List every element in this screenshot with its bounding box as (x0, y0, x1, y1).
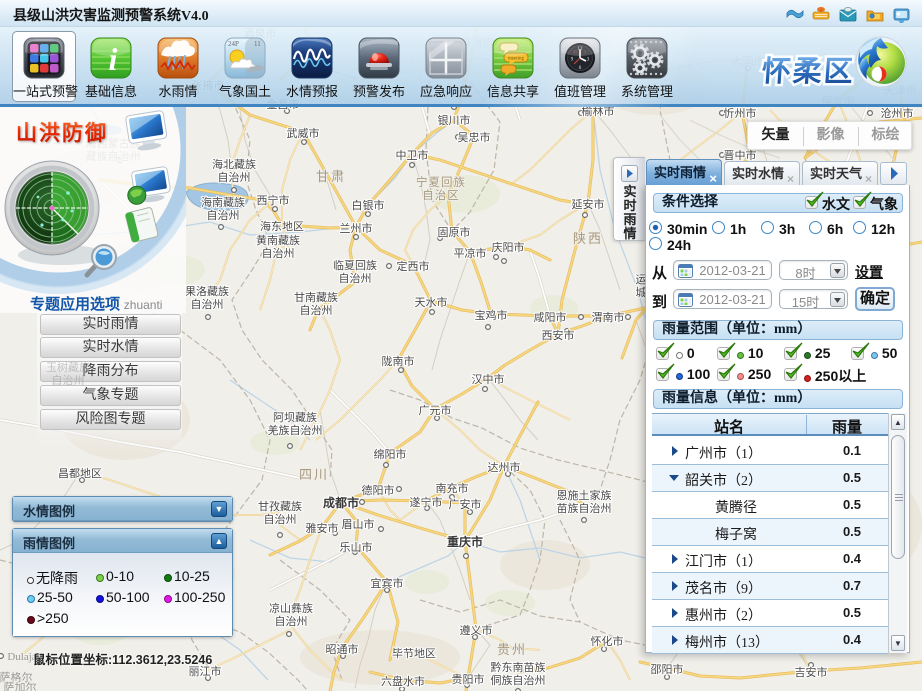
svg-text:遵义市: 遵义市 (460, 623, 493, 637)
svg-text:白银市: 白银市 (352, 198, 385, 212)
svg-text:昌都地区: 昌都地区 (58, 467, 102, 480)
svg-text:自治州: 自治州 (207, 208, 240, 222)
svg-text:西宁市: 西宁市 (257, 193, 290, 207)
svg-text:重庆市: 重庆市 (447, 534, 483, 549)
svg-text:自治州: 自治州 (300, 303, 333, 317)
svg-text:广安市: 广安市 (449, 497, 482, 511)
svg-text:怀化市: 怀化市 (591, 634, 624, 648)
svg-text:邵阳市: 邵阳市 (651, 662, 684, 676)
svg-text:自治州: 自治州 (191, 297, 224, 311)
svg-text:西安市: 西安市 (542, 328, 575, 342)
svg-text:天水市: 天水市 (415, 295, 448, 309)
svg-text:德阳市: 德阳市 (362, 483, 395, 497)
svg-text:甘孜藏族: 甘孜藏族 (258, 499, 302, 513)
svg-text:海东地区: 海东地区 (260, 219, 304, 233)
svg-text:甘肃: 甘肃 (316, 169, 346, 184)
svg-text:遂宁市: 遂宁市 (410, 495, 443, 509)
svg-text:苗族自治州: 苗族自治州 (557, 501, 612, 515)
svg-text:24P: 24P (228, 40, 239, 48)
svg-text:自治州: 自治州 (218, 170, 251, 184)
svg-text:自治州: 自治州 (275, 614, 308, 628)
svg-text:临夏回族: 临夏回族 (333, 258, 377, 272)
svg-text:甘南藏族: 甘南藏族 (294, 290, 338, 304)
svg-text:自治区: 自治区 (422, 188, 460, 202)
svg-text:昭通市: 昭通市 (326, 642, 359, 656)
svg-text:黔东南苗族: 黔东南苗族 (491, 660, 546, 674)
svg-text:meeting: meeting (508, 57, 525, 62)
svg-text:广元市: 广元市 (419, 403, 452, 417)
svg-text:海北藏族: 海北藏族 (212, 157, 256, 171)
svg-text:自治州: 自治州 (264, 512, 297, 526)
svg-text:南充市: 南充市 (436, 481, 469, 495)
svg-text:四川: 四川 (299, 467, 329, 482)
svg-text:凉山彝族: 凉山彝族 (269, 601, 313, 615)
svg-text:海南藏族: 海南藏族 (201, 195, 245, 209)
svg-text:陇南市: 陇南市 (382, 354, 415, 368)
svg-text:眉山市: 眉山市 (342, 517, 375, 531)
svg-text:达州市: 达州市 (488, 460, 521, 474)
svg-text:恩施土家族: 恩施土家族 (557, 488, 612, 502)
svg-text:定西市: 定西市 (397, 259, 430, 273)
svg-text:黄南藏族: 黄南藏族 (256, 233, 300, 247)
svg-text:固原市: 固原市 (438, 225, 471, 239)
svg-text:宁夏回族: 宁夏回族 (416, 175, 466, 189)
svg-text:绵阳市: 绵阳市 (374, 447, 407, 461)
svg-text:中卫市: 中卫市 (396, 148, 429, 162)
svg-text:11: 11 (254, 40, 261, 48)
svg-text:自治州: 自治州 (262, 246, 295, 260)
svg-text:咸阳市: 咸阳市 (534, 310, 567, 324)
svg-text:宝鸡市: 宝鸡市 (475, 308, 508, 322)
svg-text:汉中市: 汉中市 (472, 372, 505, 386)
svg-text:果洛藏族: 果洛藏族 (185, 284, 229, 298)
svg-text:渭南市: 渭南市 (592, 310, 625, 324)
svg-text:忻州市: 忻州市 (724, 106, 757, 120)
svg-text:阿坝藏族: 阿坝藏族 (273, 410, 317, 424)
svg-text:银川市: 银川市 (438, 113, 471, 127)
svg-text:成都市: 成都市 (323, 495, 359, 510)
svg-text:兰州市: 兰州市 (340, 221, 373, 235)
svg-text:毕节地区: 毕节地区 (392, 647, 436, 660)
svg-text:吴忠市: 吴忠市 (458, 130, 491, 144)
svg-text:平凉市: 平凉市 (454, 246, 487, 260)
svg-text:自治州: 自治州 (339, 271, 372, 285)
svg-text:雅安市: 雅安市 (306, 521, 339, 535)
svg-text:宜宾市: 宜宾市 (371, 576, 404, 590)
svg-text:陕西: 陕西 (573, 231, 603, 246)
svg-text:乐山市: 乐山市 (340, 540, 373, 554)
svg-text:吉安市: 吉安市 (795, 665, 828, 679)
svg-text:庆阳市: 庆阳市 (492, 240, 525, 254)
svg-text:武威市: 武威市 (287, 126, 320, 140)
svg-text:侗族自治州: 侗族自治州 (491, 673, 546, 687)
svg-text:贵州: 贵州 (497, 642, 527, 657)
svg-text:羌族自治州: 羌族自治州 (268, 423, 323, 437)
svg-text:六盘水市: 六盘水市 (381, 674, 425, 688)
svg-text:萨加尔: 萨加尔 (4, 681, 37, 691)
svg-text:延安市: 延安市 (572, 197, 605, 211)
svg-text:沧州市: 沧州市 (881, 106, 914, 120)
svg-text:贵阳市: 贵阳市 (452, 672, 485, 686)
